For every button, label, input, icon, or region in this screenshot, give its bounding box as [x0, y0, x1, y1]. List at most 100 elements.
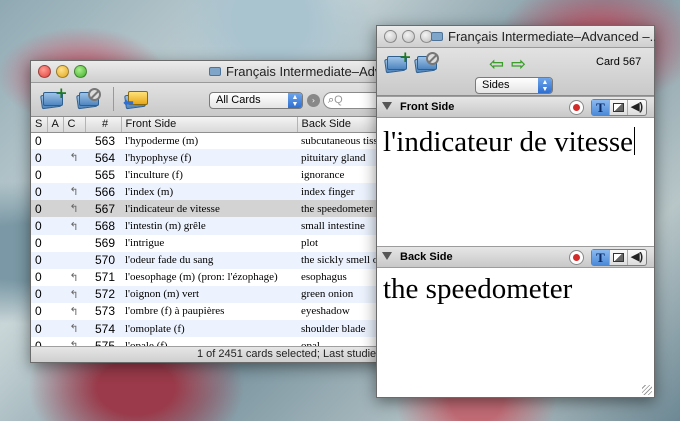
cards-table: S A C # Front Side Back Side 0 563 l'hypod… — [31, 117, 389, 347]
cell-a — [47, 303, 63, 320]
table-row[interactable]: 0 ↰ 573 l'ombre (f) à paupières eyeshadow — [31, 303, 389, 320]
image-icon[interactable] — [610, 100, 628, 115]
table-row[interactable]: 0 ↰ 572 l'oignon (m) vert green onion — [31, 285, 389, 303]
delete-card-button[interactable] — [75, 88, 101, 110]
cell-front-side: l'ombre (f) à paupières — [125, 305, 225, 318]
image-icon[interactable] — [610, 250, 628, 265]
minimize-button[interactable] — [56, 65, 69, 78]
front-content-type-control[interactable]: T ◀) — [591, 99, 647, 116]
revert-arrow-icon: ↰ — [63, 320, 85, 338]
cell-s: 0 — [31, 183, 47, 201]
disclosure-triangle-icon[interactable] — [382, 102, 392, 110]
cell-s: 0 — [35, 236, 42, 251]
table-row[interactable]: 0 ↰ 564 l'hypophyse (f) pituitary gland — [31, 149, 389, 167]
table-row[interactable]: 0 ↰ 571 l'oesophage (m) (pron: l'ézophage) e… — [31, 269, 389, 286]
table-row[interactable]: 0 ↰ 567 l'indicateur de vitesse the speedome… — [31, 200, 389, 218]
cell-number: 571 — [94, 270, 115, 285]
selection-status: 1 of 2451 cards selected; Last studied — [197, 348, 383, 360]
chevron-updown-icon: ▲ ▼ — [538, 78, 552, 93]
cell-a — [47, 132, 63, 149]
next-card-arrow-icon[interactable]: ⇨ — [511, 56, 526, 74]
previous-card-arrow-icon[interactable]: ⇦ — [489, 56, 504, 74]
close-button[interactable] — [38, 65, 51, 78]
browser-status-bar: 1 of 2451 cards selected; Last studied — [31, 346, 389, 362]
column-header-c[interactable]: C — [63, 117, 86, 133]
cell-number: 565 — [94, 167, 115, 182]
revert-arrow-icon: ↰ — [69, 305, 79, 318]
cell-front-side: l'hypophyse (f) — [121, 149, 297, 167]
front-side-label: Front Side — [400, 101, 455, 113]
table-row[interactable]: 0 ↰ 568 l'intestin (m) grêle small intestine — [31, 217, 389, 235]
cell-s: 0 — [35, 270, 42, 285]
sides-select[interactable]: Sides ▲ ▼ — [475, 77, 553, 94]
sound-icon[interactable]: ◀) — [628, 100, 646, 115]
column-header-s[interactable]: S — [31, 117, 48, 133]
cell-s: 0 — [35, 304, 42, 319]
column-header-front-side[interactable]: Front Side — [121, 117, 298, 133]
card-filter-select[interactable]: All Cards ▲ ▼ — [209, 92, 303, 109]
cell-number: 570 — [85, 251, 121, 269]
cell-s: 0 — [31, 320, 47, 338]
close-button[interactable] — [384, 30, 397, 43]
record-audio-button[interactable] — [569, 100, 584, 115]
zoom-button[interactable] — [74, 65, 87, 78]
cell-c — [63, 251, 85, 269]
cell-s: 0 — [31, 285, 47, 303]
table-row[interactable]: 0 ↰ 574 l'omoplate (f) shoulder blade — [31, 320, 389, 338]
table-row[interactable]: 0 569 l'intrigue plot — [31, 235, 389, 252]
revert-arrow-icon: ↰ — [63, 285, 85, 303]
resize-grip[interactable] — [642, 385, 652, 395]
text-format-icon[interactable]: T — [592, 100, 610, 115]
cell-number: 574 — [85, 320, 121, 338]
cell-a — [47, 251, 63, 269]
cell-front-side: l'index (m) — [121, 183, 297, 201]
cell-a — [47, 320, 63, 338]
cell-s: 0 — [35, 133, 42, 148]
cell-number: 573 — [94, 304, 115, 319]
back-side-label: Back Side — [400, 251, 453, 263]
column-header-number[interactable]: # — [85, 117, 122, 133]
prohibited-icon — [88, 88, 101, 101]
table-row[interactable]: 0 ↰ 566 l'index (m) index finger — [31, 183, 389, 201]
card-browser-window: Français Intermediate–Advanced + ⬅ All C… — [30, 60, 391, 363]
column-header-a[interactable]: A — [47, 117, 64, 133]
disclosure-triangle-icon[interactable] — [382, 252, 392, 260]
filter-go-button[interactable]: › — [307, 94, 320, 107]
cell-a — [47, 235, 63, 252]
minimize-button[interactable] — [402, 30, 415, 43]
cell-s: 0 — [31, 217, 47, 235]
cell-c — [63, 166, 85, 183]
cell-a — [47, 285, 63, 303]
back-content-type-control[interactable]: T ◀) — [591, 249, 647, 266]
cell-c — [63, 235, 85, 252]
cards-table-area: S A C # Front Side Back Side 0 563 l'hypod… — [31, 117, 389, 347]
table-row[interactable]: 0 570 l'odeur fade du sang the sickly smell… — [31, 251, 389, 269]
table-row[interactable]: 0 565 l'inculture (f) ignorance — [31, 166, 389, 183]
cell-front-side: l'intestin (m) grêle — [121, 217, 297, 235]
card-titlebar[interactable]: Français Intermediate–Advanced –... — [377, 26, 655, 48]
text-format-icon[interactable]: T — [592, 250, 610, 265]
cell-a — [47, 269, 63, 286]
table-row[interactable]: 0 563 l'hypoderme (m) subcutaneous tissue — [31, 132, 389, 149]
study-cards-button[interactable]: ⬅ — [123, 88, 149, 111]
cell-front-side: l'omoplate (f) — [121, 320, 297, 338]
front-side-text-field[interactable]: l'indicateur de vitesse — [377, 119, 654, 246]
browser-titlebar[interactable]: Français Intermediate–Advanced — [31, 61, 391, 83]
back-side-text-field[interactable]: the speedometer — [377, 269, 654, 397]
browser-toolbar: + ⬅ All Cards ▲ ▼ › ⌕Q — [31, 83, 391, 117]
plus-icon: + — [55, 84, 68, 102]
cell-a — [47, 149, 63, 167]
add-card-button[interactable]: + — [383, 50, 412, 74]
delete-card-button[interactable] — [413, 52, 439, 74]
revert-arrow-icon: ↰ — [63, 149, 85, 167]
back-side-header: Back Side T ◀) — [377, 246, 654, 268]
front-side-header: Front Side T ◀) — [377, 96, 654, 118]
record-audio-button[interactable] — [569, 250, 584, 265]
cell-number: 563 — [94, 133, 115, 148]
cell-s: 0 — [31, 200, 47, 218]
deck-document-icon — [431, 32, 443, 41]
cell-number: 569 — [94, 236, 115, 251]
sound-icon[interactable]: ◀) — [628, 250, 646, 265]
deck-document-icon — [209, 67, 221, 76]
add-card-button[interactable]: + — [39, 84, 68, 110]
